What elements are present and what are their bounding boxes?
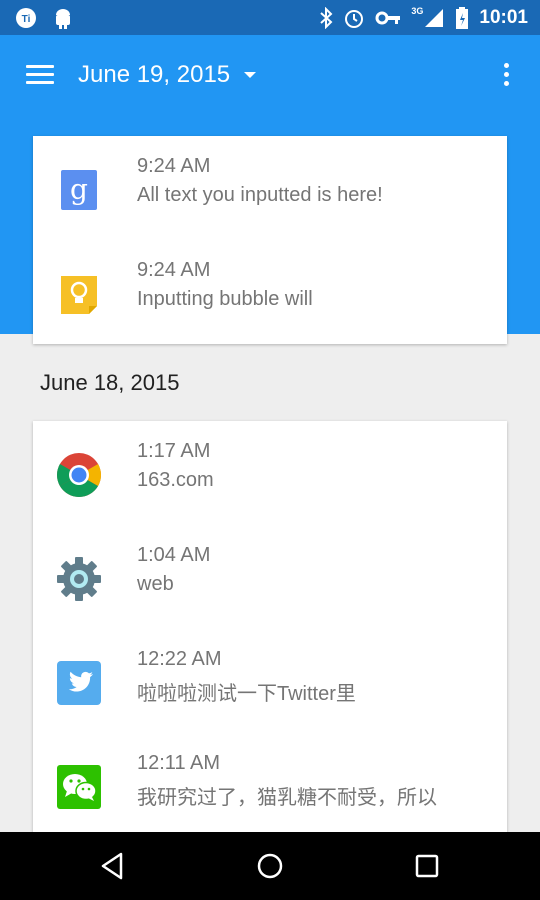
menu-icon[interactable]: [26, 65, 54, 87]
network-type-label: 3G: [411, 6, 424, 16]
back-icon[interactable]: [97, 850, 129, 882]
twitter-icon: [57, 661, 101, 705]
item-time: 1:17 AM: [137, 440, 211, 462]
item-text: Inputting bubble will: [137, 288, 313, 310]
list-item[interactable]: 1:04 AM web: [33, 525, 507, 629]
date-dropdown[interactable]: June 19, 2015: [78, 61, 257, 89]
signal-icon: [425, 9, 444, 27]
system-navigation-bar: [0, 832, 540, 900]
battery-icon: [456, 7, 469, 29]
dropdown-arrow-icon: [244, 72, 257, 78]
list-item[interactable]: 12:11 AM 我研究过了，猫乳糖不耐受，所以: [33, 733, 507, 837]
item-text: 我研究过了，猫乳糖不耐受，所以: [137, 787, 437, 809]
list-item[interactable]: 9:24 AM Inputting bubble will: [33, 240, 507, 344]
entries-card-june-19: g 9:24 AM All text you inputted is here!…: [33, 136, 507, 344]
item-time: 9:24 AM: [137, 259, 211, 281]
list-item[interactable]: g 9:24 AM All text you inputted is here!: [33, 136, 507, 240]
list-item[interactable]: 1:17 AM 163.com: [33, 421, 507, 525]
wechat-icon: [57, 765, 101, 809]
vpn-key-icon: [375, 11, 401, 25]
svg-text:g: g: [70, 173, 88, 206]
status-bar: Ti 3G 10:01: [0, 0, 540, 35]
overflow-menu-icon[interactable]: [504, 63, 510, 90]
settings-gear-icon: [57, 557, 101, 601]
recents-icon[interactable]: [411, 850, 443, 882]
tt-notification-icon: Ti: [16, 8, 36, 28]
item-text: 163.com: [137, 469, 214, 491]
bluetooth-icon: [320, 7, 333, 29]
item-time: 1:04 AM: [137, 544, 211, 566]
status-time: 10:01: [479, 7, 528, 28]
item-text: 啦啦啦测试一下Twitter里: [137, 683, 356, 705]
item-text: All text you inputted is here!: [137, 184, 383, 206]
svg-text:Ti: Ti: [22, 14, 31, 25]
list-item[interactable]: 12:22 AM 啦啦啦测试一下Twitter里: [33, 629, 507, 733]
chrome-icon: [57, 453, 101, 497]
page-title: June 19, 2015: [78, 61, 231, 88]
item-time: 12:22 AM: [137, 648, 222, 670]
android-icon: [56, 9, 70, 29]
entries-card-june-18: 1:17 AM 163.com 1:04 AM web 12:22 AM 啦啦啦…: [33, 421, 507, 841]
item-time: 12:11 AM: [137, 752, 221, 774]
alarm-icon: [345, 10, 364, 28]
home-icon[interactable]: [254, 850, 286, 882]
item-time: 9:24 AM: [137, 155, 211, 177]
section-date-label: June 18, 2015: [40, 370, 180, 395]
google-search-icon: g: [61, 170, 97, 210]
lightbulb-icon: [61, 276, 97, 314]
item-text: web: [137, 573, 174, 595]
